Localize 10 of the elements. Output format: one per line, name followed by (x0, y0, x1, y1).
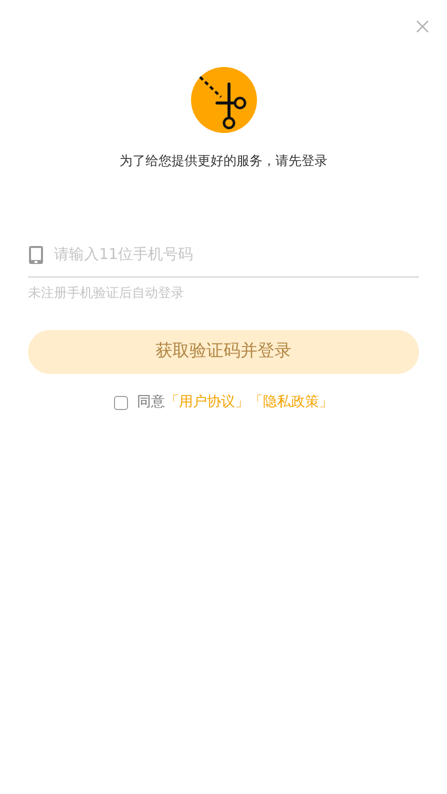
agreement-link[interactable]: 「用户协议」 (165, 392, 249, 413)
hint-text: 未注册手机验证后自动登录 (28, 284, 185, 302)
login-prompt: 为了给您提供更好的服务，请先登录 (120, 153, 328, 171)
scissors-icon (190, 67, 256, 133)
agree-label: 同意 (137, 393, 165, 412)
agreement-link[interactable]: 「隐私政策」 (249, 392, 333, 413)
phone-icon (28, 244, 44, 264)
close-icon[interactable] (416, 20, 429, 33)
agree-checkbox[interactable] (114, 396, 128, 410)
phone-field[interactable]: 请输入11位手机号码 (54, 243, 419, 266)
